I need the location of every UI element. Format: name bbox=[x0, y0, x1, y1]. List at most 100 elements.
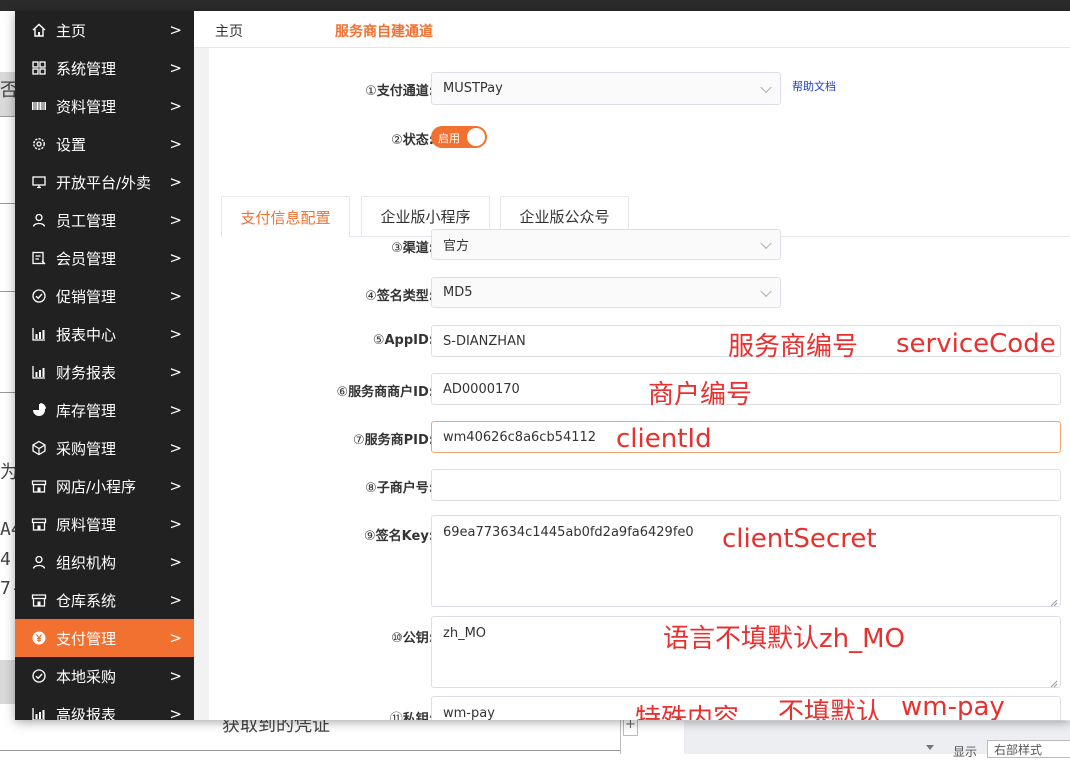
annotation-merchant-no: 商户编号 bbox=[648, 380, 753, 410]
background-title-bar bbox=[0, 0, 1070, 11]
tab-current[interactable]: 服务商自建通道 bbox=[335, 21, 433, 41]
sidebar-item-label: 财务报表 bbox=[56, 363, 117, 382]
background-divider bbox=[0, 750, 620, 751]
channel-route-label: ③渠道: bbox=[391, 237, 434, 256]
sidebar-item[interactable]: 系统管理 > bbox=[15, 49, 194, 87]
chevron-down-icon bbox=[760, 81, 772, 93]
chevron-right-icon: > bbox=[169, 287, 182, 305]
dropdown-arrow-icon[interactable] bbox=[926, 745, 934, 750]
sidebar-item-label: 设置 bbox=[56, 135, 87, 154]
status-number: ② bbox=[391, 133, 403, 148]
service-pid-number: ⑦ bbox=[352, 433, 365, 448]
content-gutter bbox=[194, 48, 209, 720]
resize-handle-icon[interactable] bbox=[1050, 677, 1058, 688]
sidebar-item[interactable]: 采购管理 > bbox=[15, 429, 194, 467]
merchant-id-number: ⑥ bbox=[336, 385, 349, 400]
top-navigation: 主页 服务商自建通道 bbox=[194, 11, 1070, 48]
sign-type-value: MD5 bbox=[443, 285, 473, 300]
bar-chart-icon bbox=[31, 706, 47, 720]
app-id-label: ⑤AppID: bbox=[373, 333, 434, 348]
private-key-label: ⑪私钥: bbox=[390, 708, 434, 720]
help-doc-link[interactable]: 帮助文档 bbox=[792, 78, 836, 94]
sidebar-item-label: 促销管理 bbox=[56, 287, 117, 306]
background-divider bbox=[0, 392, 15, 393]
sidebar-item[interactable]: 报表中心 > bbox=[15, 315, 194, 353]
background-label: 显示 bbox=[953, 745, 978, 759]
background-select[interactable]: 右部样式 bbox=[987, 740, 1070, 758]
background-divider bbox=[620, 720, 621, 754]
chevron-right-icon: > bbox=[169, 135, 182, 153]
channel-route-value: 官方 bbox=[443, 239, 470, 254]
sidebar-item[interactable]: 网店/小程序 > bbox=[15, 467, 194, 505]
service-pid-input[interactable]: wm40626c8a6cb54112 bbox=[431, 421, 1061, 453]
chevron-right-icon: > bbox=[169, 59, 182, 77]
sidebar-item[interactable]: 库存管理 > bbox=[15, 391, 194, 429]
user-icon bbox=[31, 554, 47, 570]
public-key-label: ⑩公钥: bbox=[391, 627, 434, 646]
sign-type-select[interactable]: MD5 bbox=[431, 277, 781, 308]
sign-key-value: 69ea773634c1445ab0fd2a9fa6429fe0 bbox=[443, 525, 694, 540]
chevron-right-icon: > bbox=[169, 363, 182, 381]
sidebar-item[interactable]: 开放平台/外卖 > bbox=[15, 163, 194, 201]
sub-merchant-no-label: ⑧子商户号: bbox=[365, 477, 434, 496]
yen-coin-icon bbox=[31, 630, 47, 646]
chevron-right-icon: > bbox=[169, 401, 182, 419]
annotation-language-note: 语言不填默认zh_MO bbox=[663, 624, 906, 654]
sidebar-item-label: 主页 bbox=[56, 21, 87, 40]
sidebar-item-label: 组织机构 bbox=[56, 553, 117, 572]
chevron-right-icon: > bbox=[169, 211, 182, 229]
check-circle-icon bbox=[31, 668, 47, 684]
sidebar-item[interactable]: 促销管理 > bbox=[15, 277, 194, 315]
app-id-label-text: AppID: bbox=[384, 333, 435, 348]
user-icon bbox=[31, 212, 47, 228]
chevron-right-icon: > bbox=[169, 439, 182, 457]
chevron-right-icon: > bbox=[169, 325, 182, 343]
annotation-default-value: wm-pay bbox=[901, 692, 1005, 720]
sub-merchant-no-input[interactable] bbox=[431, 469, 1061, 501]
resize-handle-icon[interactable] bbox=[1050, 596, 1058, 607]
sidebar-item[interactable]: 会员管理 > bbox=[15, 239, 194, 277]
sign-key-label: ⑨签名Key: bbox=[364, 525, 434, 544]
sidebar-item[interactable]: 仓库系统 > bbox=[15, 581, 194, 619]
payment-channel-value: MUSTPay bbox=[443, 81, 503, 96]
sidebar-item[interactable]: 本地采购 > bbox=[15, 657, 194, 695]
sidebar-item[interactable]: 财务报表 > bbox=[15, 353, 194, 391]
sub-merchant-no-label-text: 子商户号: bbox=[376, 481, 434, 496]
channel-route-select[interactable]: 官方 bbox=[431, 229, 781, 260]
private-key-label-text: 私钥: bbox=[402, 712, 434, 720]
sidebar-item[interactable]: 组织机构 > bbox=[15, 543, 194, 581]
sidebar-item[interactable]: 主页 > bbox=[15, 11, 194, 49]
sidebar-item-label: 高级报表 bbox=[56, 705, 117, 721]
cube-icon bbox=[31, 440, 47, 456]
annotation-service-no: 服务商编号 bbox=[728, 332, 859, 362]
channel-label: ①支付通道: bbox=[365, 80, 434, 99]
payment-channel-select[interactable]: MUSTPay bbox=[431, 72, 781, 105]
sidebar-item[interactable]: 原料管理 > bbox=[15, 505, 194, 543]
sidebar-item-label: 员工管理 bbox=[56, 211, 117, 230]
sidebar-item[interactable]: 资料管理 > bbox=[15, 87, 194, 125]
chevron-right-icon: > bbox=[169, 21, 182, 39]
chevron-down-icon bbox=[760, 237, 772, 249]
barcode-icon bbox=[31, 98, 47, 114]
service-pid-label: ⑦服务商PID: bbox=[353, 429, 434, 448]
chevron-right-icon: > bbox=[169, 629, 182, 647]
merchant-id-label-text: 服务商商户ID: bbox=[348, 385, 434, 400]
service-pid-label-text: 服务商PID: bbox=[364, 433, 434, 448]
annotation-special: 特殊内容 bbox=[635, 704, 740, 720]
chevron-right-icon: > bbox=[169, 515, 182, 533]
tab-home[interactable]: 主页 bbox=[215, 21, 243, 41]
app-id-number: ⑤ bbox=[372, 333, 385, 348]
home-icon bbox=[31, 22, 47, 38]
sidebar-item[interactable]: 设置 > bbox=[15, 125, 194, 163]
bar-chart-icon bbox=[31, 364, 47, 380]
sidebar-item[interactable]: 高级报表 > bbox=[15, 695, 194, 720]
chevron-down-icon bbox=[760, 285, 772, 297]
sidebar-item[interactable]: 员工管理 > bbox=[15, 201, 194, 239]
chevron-right-icon: > bbox=[169, 249, 182, 267]
app-id-value: S-DIANZHAN bbox=[443, 333, 526, 349]
sidebar-item[interactable]: 支付管理 > bbox=[15, 619, 194, 657]
status-toggle[interactable]: 启用 bbox=[431, 126, 487, 148]
chevron-right-icon: > bbox=[169, 705, 182, 720]
chevron-right-icon: > bbox=[169, 591, 182, 609]
tab-payment-config[interactable]: 支付信息配置 bbox=[221, 196, 350, 237]
